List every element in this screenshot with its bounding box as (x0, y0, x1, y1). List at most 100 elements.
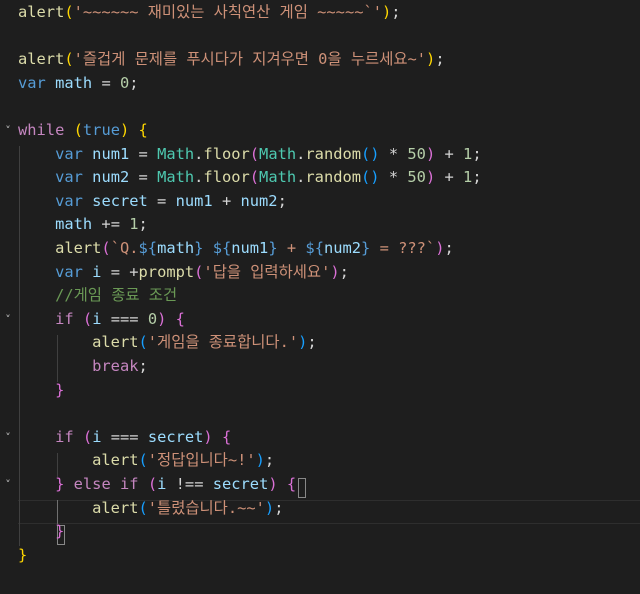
code-line[interactable]: while (true) { (18, 119, 148, 143)
code-line[interactable]: var math = 0; (18, 72, 139, 96)
code-token: secret (147, 427, 204, 446)
code-token: ; (277, 191, 287, 210)
code-token: random (305, 144, 362, 163)
code-token: var (55, 168, 83, 187)
code-line[interactable]: alert('정답입니다~!'); (18, 449, 274, 473)
code-token: ( (82, 427, 93, 446)
code-token: { (138, 121, 148, 139)
code-editor[interactable]: alert('~~~~~~ 재미있는 사칙연산 게임 ~~~~~`'); aler… (0, 0, 640, 594)
code-line[interactable]: alert('즐겁게 문제를 푸시다가 지겨우면 0을 누르세요~'); (18, 48, 445, 72)
code-token: '답을 입력하세요' (203, 262, 331, 281)
code-token: '정답입니다~!' (147, 451, 256, 470)
code-token: Math (259, 144, 297, 163)
fold-chevron-icon[interactable]: ˅ (1, 426, 15, 450)
code-line[interactable]: alert('~~~~~~ 재미있는 사칙연산 게임 ~~~~~`'); (18, 1, 401, 25)
fold-chevron-icon[interactable]: ˅ (1, 119, 15, 143)
code-token: { (175, 309, 185, 328)
code-token: '즐겁게 문제를 푸시다가 지겨우면 0을 누르세요~' (73, 50, 427, 69)
code-line[interactable]: if (i === secret) { (18, 426, 231, 450)
code-line[interactable]: } (18, 544, 27, 568)
code-line[interactable]: alert(`Q.${math} ${num1} + ${num2} = ???… (18, 237, 454, 261)
code-token: ) (370, 168, 380, 187)
code-token: alert (92, 498, 139, 517)
code-token: ; (472, 144, 482, 163)
code-line[interactable]: var num1 = Math.floor(Math.random() * 50… (18, 143, 482, 167)
code-token: ( (64, 3, 74, 21)
code-token: + (277, 239, 306, 257)
code-token: ; (138, 215, 148, 234)
code-line[interactable]: //게임 종료 조건 (18, 284, 177, 308)
code-token: ) (298, 333, 308, 352)
code-token: += (92, 215, 130, 234)
code-token: while (18, 121, 65, 139)
code-line[interactable]: } (18, 520, 64, 544)
code-token: math (55, 215, 93, 234)
code-token: ; (307, 333, 317, 352)
code-line[interactable]: var i = +prompt('답을 입력하세요'); (18, 261, 349, 285)
code-token: ) (119, 121, 130, 139)
code-token: } (361, 239, 371, 257)
code-token: ) (425, 168, 436, 187)
code-token: ( (64, 50, 74, 69)
code-token: === (101, 427, 148, 446)
code-token: 50 (407, 144, 426, 163)
code-token: + (212, 191, 241, 210)
fold-chevron-icon[interactable]: ˅ (1, 473, 15, 497)
code-token: Math (157, 144, 195, 163)
code-token: ( (138, 498, 148, 517)
code-token: ( (73, 121, 83, 139)
code-token: !== (166, 475, 213, 493)
code-token: 0 (119, 73, 130, 92)
code-token: 0 (147, 309, 158, 328)
code-token: 50 (407, 168, 426, 187)
code-token: ) (425, 144, 436, 163)
code-token: ; (264, 451, 275, 470)
code-token: ) (255, 451, 265, 470)
code-token: ) (268, 475, 278, 493)
code-token: num1 (175, 191, 213, 210)
code-token: ( (249, 144, 260, 163)
code-line[interactable]: alert('게임을 종료합니다.'); (18, 331, 317, 355)
code-token: floor (203, 168, 250, 187)
code-token: = (129, 144, 158, 163)
code-line[interactable]: alert('틀렸습니다.~~'); (18, 497, 283, 521)
code-line[interactable]: } else if (i !== secret) { (18, 473, 296, 497)
code-token: '~~~~~~ 재미있는 사칙연산 게임 ~~~~~`' (73, 3, 383, 21)
fold-chevron-icon[interactable]: ˅ (1, 308, 15, 332)
code-line[interactable]: math += 1; (18, 213, 148, 237)
code-token: 1 (463, 144, 473, 163)
code-line[interactable]: var secret = num1 + num2; (18, 190, 287, 214)
code-line[interactable]: if (i === 0) { (18, 308, 185, 332)
code-line[interactable]: } (18, 379, 64, 403)
code-token: } (268, 239, 278, 257)
code-token: secret (212, 475, 269, 493)
code-token: { (286, 475, 297, 493)
code-token: alert (92, 333, 139, 352)
code-token: * (379, 144, 408, 163)
code-token: ${ (212, 239, 232, 257)
code-token: ( (138, 451, 148, 470)
code-token: { (221, 427, 232, 446)
code-token: break (92, 357, 139, 375)
code-token: ) (426, 50, 436, 69)
code-token: var (55, 262, 83, 281)
code-line[interactable]: break; (18, 355, 148, 379)
code-line[interactable]: var num2 = Math.floor(Math.random() * 50… (18, 166, 482, 190)
code-token: prompt (138, 262, 195, 281)
code-token: secret (92, 191, 148, 210)
